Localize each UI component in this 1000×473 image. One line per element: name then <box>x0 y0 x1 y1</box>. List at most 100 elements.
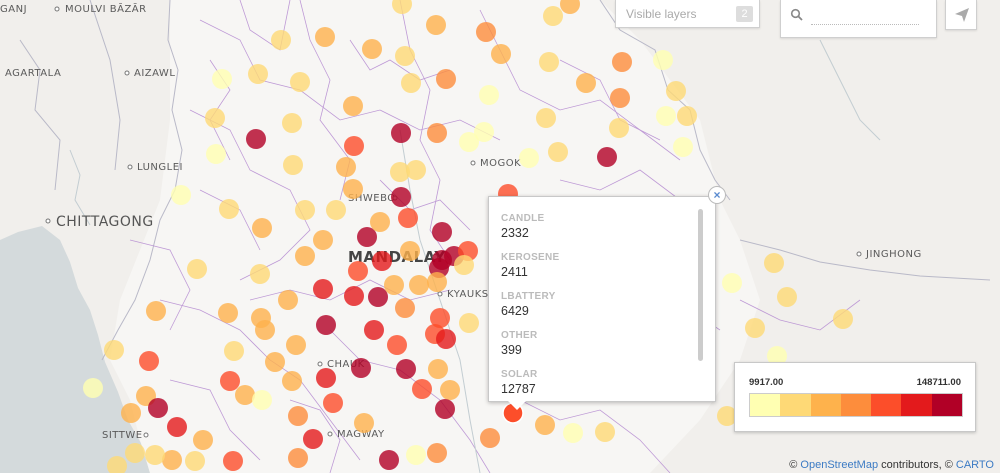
map-point[interactable] <box>354 413 374 433</box>
map-point[interactable] <box>427 443 447 463</box>
map-point[interactable] <box>282 113 302 133</box>
map-point[interactable] <box>563 423 583 443</box>
map-point[interactable] <box>187 259 207 279</box>
map-point[interactable] <box>313 230 333 250</box>
map-point[interactable] <box>370 212 390 232</box>
map-point[interactable] <box>206 144 226 164</box>
map-point[interactable] <box>777 287 797 307</box>
map-point[interactable] <box>125 443 145 463</box>
map-point[interactable] <box>246 129 266 149</box>
map-point[interactable] <box>673 137 693 157</box>
map-point[interactable] <box>219 199 239 219</box>
map-point[interactable] <box>722 273 742 293</box>
map-point[interactable] <box>479 85 499 105</box>
map-point[interactable] <box>387 335 407 355</box>
map-point[interactable] <box>543 6 563 26</box>
map-point[interactable] <box>316 315 336 335</box>
map-point[interactable] <box>401 73 421 93</box>
map-point[interactable] <box>121 403 141 423</box>
map-point[interactable] <box>395 46 415 66</box>
map-point[interactable] <box>193 430 213 450</box>
map-point[interactable] <box>255 320 275 340</box>
map-point[interactable] <box>609 118 629 138</box>
map-point[interactable] <box>83 378 103 398</box>
map-point[interactable] <box>395 298 415 318</box>
map-point[interactable] <box>610 88 630 108</box>
map-point[interactable] <box>343 179 363 199</box>
map-point[interactable] <box>491 44 511 64</box>
map-point[interactable] <box>391 123 411 143</box>
map-point[interactable] <box>440 380 460 400</box>
map-point[interactable] <box>764 253 784 273</box>
map-point[interactable] <box>235 385 255 405</box>
map-point[interactable] <box>288 406 308 426</box>
share-button[interactable] <box>945 0 977 30</box>
map-point[interactable] <box>398 208 418 228</box>
map-point[interactable] <box>536 108 556 128</box>
map-point[interactable] <box>185 451 205 471</box>
map-point[interactable] <box>384 275 404 295</box>
map-point[interactable] <box>409 275 429 295</box>
map-point[interactable] <box>436 329 456 349</box>
map-point[interactable] <box>595 422 615 442</box>
map-point[interactable] <box>539 52 559 72</box>
map-point[interactable] <box>316 368 336 388</box>
map-point[interactable] <box>295 200 315 220</box>
map-point[interactable] <box>250 264 270 284</box>
search-input[interactable] <box>811 8 919 25</box>
map-point[interactable] <box>519 148 539 168</box>
map-point[interactable] <box>436 69 456 89</box>
map-point[interactable] <box>223 451 243 471</box>
map-point[interactable] <box>265 352 285 372</box>
map-point[interactable] <box>666 81 686 101</box>
map-point[interactable] <box>459 313 479 333</box>
map-point[interactable] <box>362 39 382 59</box>
map-point[interactable] <box>220 371 240 391</box>
map-point[interactable] <box>833 309 853 329</box>
map-point[interactable] <box>283 155 303 175</box>
map-point[interactable] <box>435 399 455 419</box>
carto-link[interactable]: CARTO <box>956 459 994 471</box>
map-point[interactable] <box>252 218 272 238</box>
map-point[interactable] <box>454 255 474 275</box>
map-point[interactable] <box>653 50 673 70</box>
osm-link[interactable]: OpenStreetMap <box>800 459 878 471</box>
map-point[interactable] <box>343 96 363 116</box>
map-point[interactable] <box>288 448 308 468</box>
map-point[interactable] <box>205 108 225 128</box>
map-point[interactable] <box>427 272 447 292</box>
map-point[interactable] <box>171 185 191 205</box>
map-point[interactable] <box>480 428 500 448</box>
popup-close-button[interactable]: × <box>708 186 726 204</box>
map-point[interactable] <box>278 290 298 310</box>
map-point[interactable] <box>336 157 356 177</box>
map-point[interactable] <box>282 371 302 391</box>
map-point[interactable] <box>535 415 555 435</box>
map-point[interactable] <box>148 398 168 418</box>
map-point[interactable] <box>218 303 238 323</box>
map-point[interactable] <box>745 318 765 338</box>
map-point[interactable] <box>396 359 416 379</box>
map-point[interactable] <box>303 429 323 449</box>
map-point[interactable] <box>426 15 446 35</box>
search-control[interactable] <box>780 0 937 38</box>
map-point[interactable] <box>104 340 124 360</box>
visible-layers-control[interactable]: Visible layers 2 <box>615 0 760 28</box>
map-point[interactable] <box>326 200 346 220</box>
map-point[interactable] <box>400 241 420 261</box>
map-point[interactable] <box>412 379 432 399</box>
map-point[interactable] <box>406 160 426 180</box>
map-point[interactable] <box>368 287 388 307</box>
map-point[interactable] <box>344 286 364 306</box>
map-point[interactable] <box>428 359 448 379</box>
map-point[interactable] <box>295 246 315 266</box>
map-point[interactable] <box>162 450 182 470</box>
map-point[interactable] <box>548 142 568 162</box>
map-point[interactable] <box>252 390 272 410</box>
map-point[interactable] <box>351 358 371 378</box>
map-point[interactable] <box>323 393 343 413</box>
map-point[interactable] <box>459 132 479 152</box>
map-point[interactable] <box>344 136 364 156</box>
map-point[interactable] <box>286 335 306 355</box>
map-point[interactable] <box>612 52 632 72</box>
